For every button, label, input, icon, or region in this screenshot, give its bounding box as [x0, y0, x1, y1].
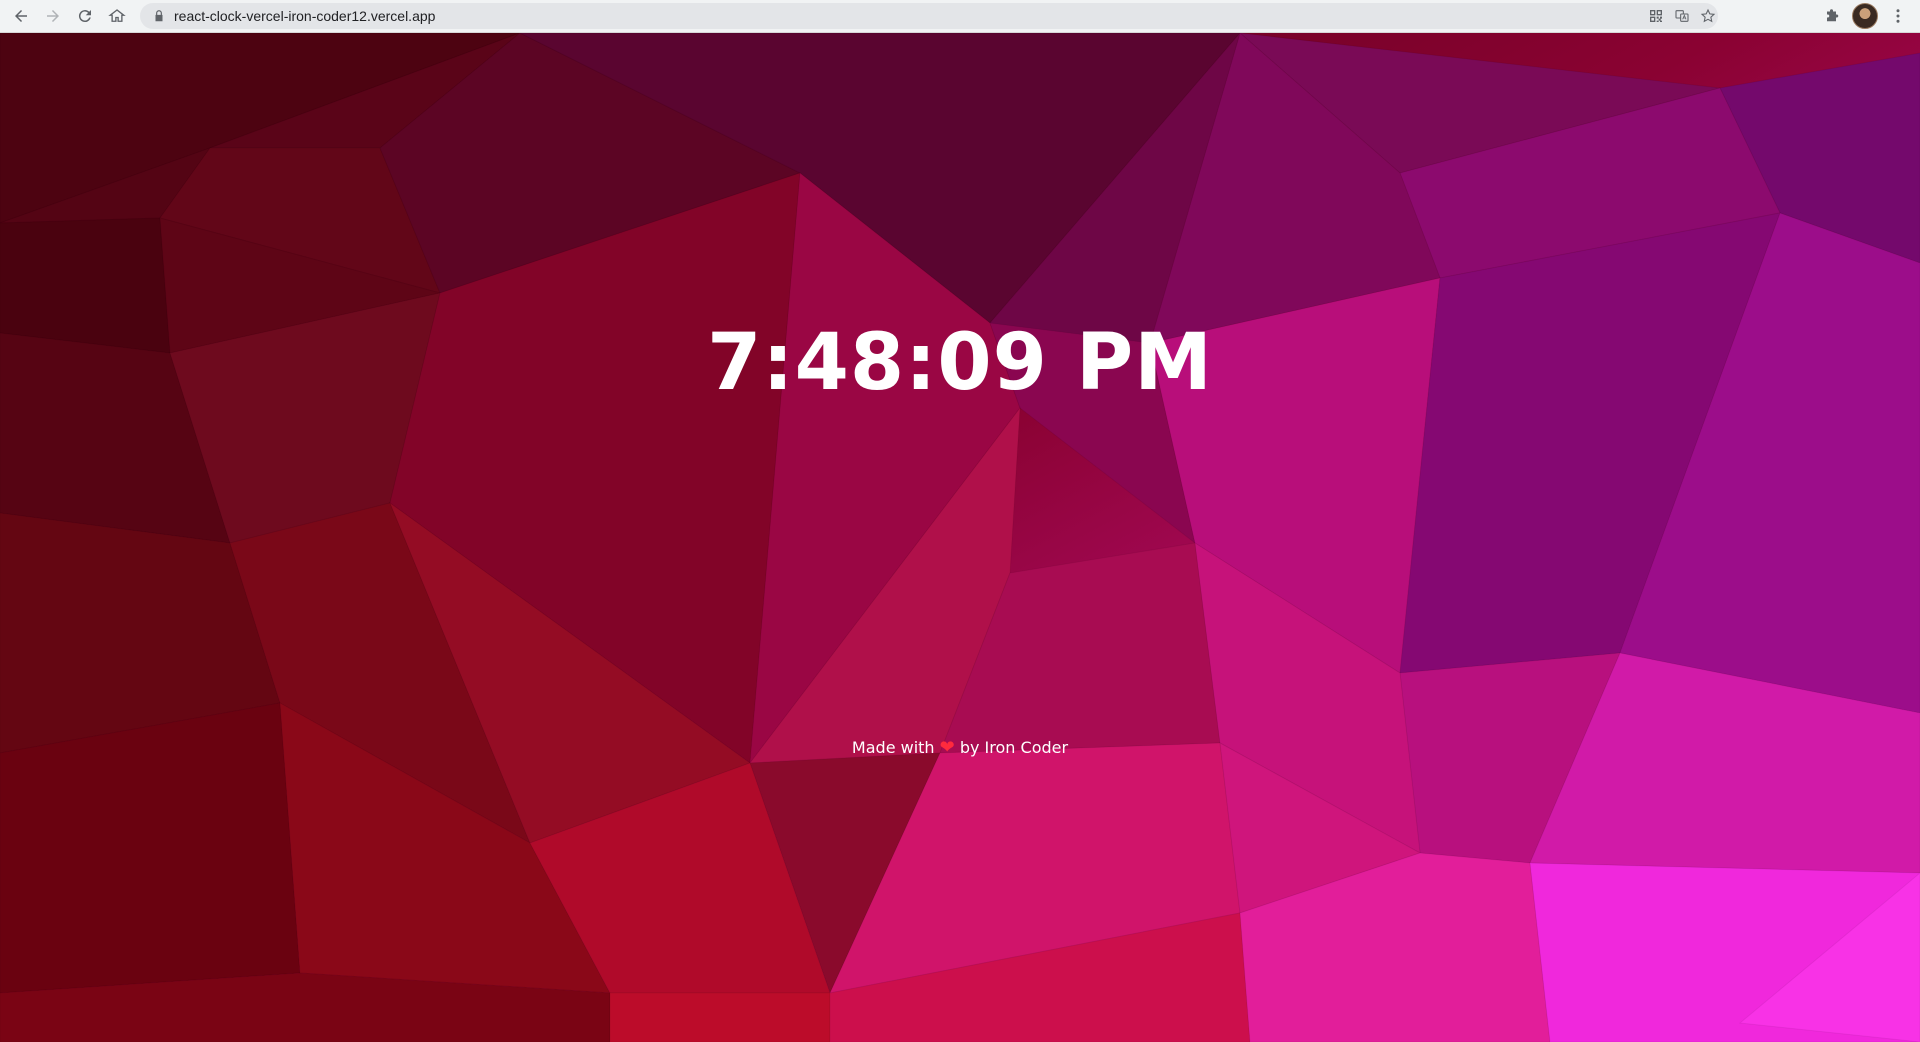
heart-icon: ❤ [939, 737, 955, 758]
reload-icon[interactable] [72, 3, 98, 29]
lock-icon[interactable] [152, 9, 166, 23]
star-icon[interactable] [1698, 6, 1718, 26]
translate-icon[interactable] [1672, 6, 1692, 26]
extensions-puzzle-icon[interactable] [1820, 3, 1846, 29]
url-text[interactable]: react-clock-vercel-iron-coder12.vercel.a… [174, 8, 435, 24]
qr-code-icon[interactable] [1646, 6, 1666, 26]
profile-avatar[interactable] [1852, 3, 1878, 29]
browser-toolbar: react-clock-vercel-iron-coder12.vercel.a… [0, 0, 1920, 33]
page-viewport: 7:48:09 PM Made with ❤ by Iron Coder [0, 33, 1920, 1042]
back-arrow-icon[interactable] [8, 3, 34, 29]
home-icon[interactable] [104, 3, 130, 29]
credit-line: Made with ❤ by Iron Coder [0, 737, 1920, 758]
forward-arrow-icon[interactable] [40, 3, 66, 29]
low-poly-background [0, 33, 1920, 1042]
address-bar[interactable]: react-clock-vercel-iron-coder12.vercel.a… [140, 3, 1718, 29]
credit-prefix: Made with [851, 738, 935, 757]
kebab-menu-icon[interactable] [1885, 3, 1911, 29]
clock-time: 7:48:09 PM [707, 318, 1213, 408]
credit-suffix: by Iron Coder [959, 738, 1069, 757]
